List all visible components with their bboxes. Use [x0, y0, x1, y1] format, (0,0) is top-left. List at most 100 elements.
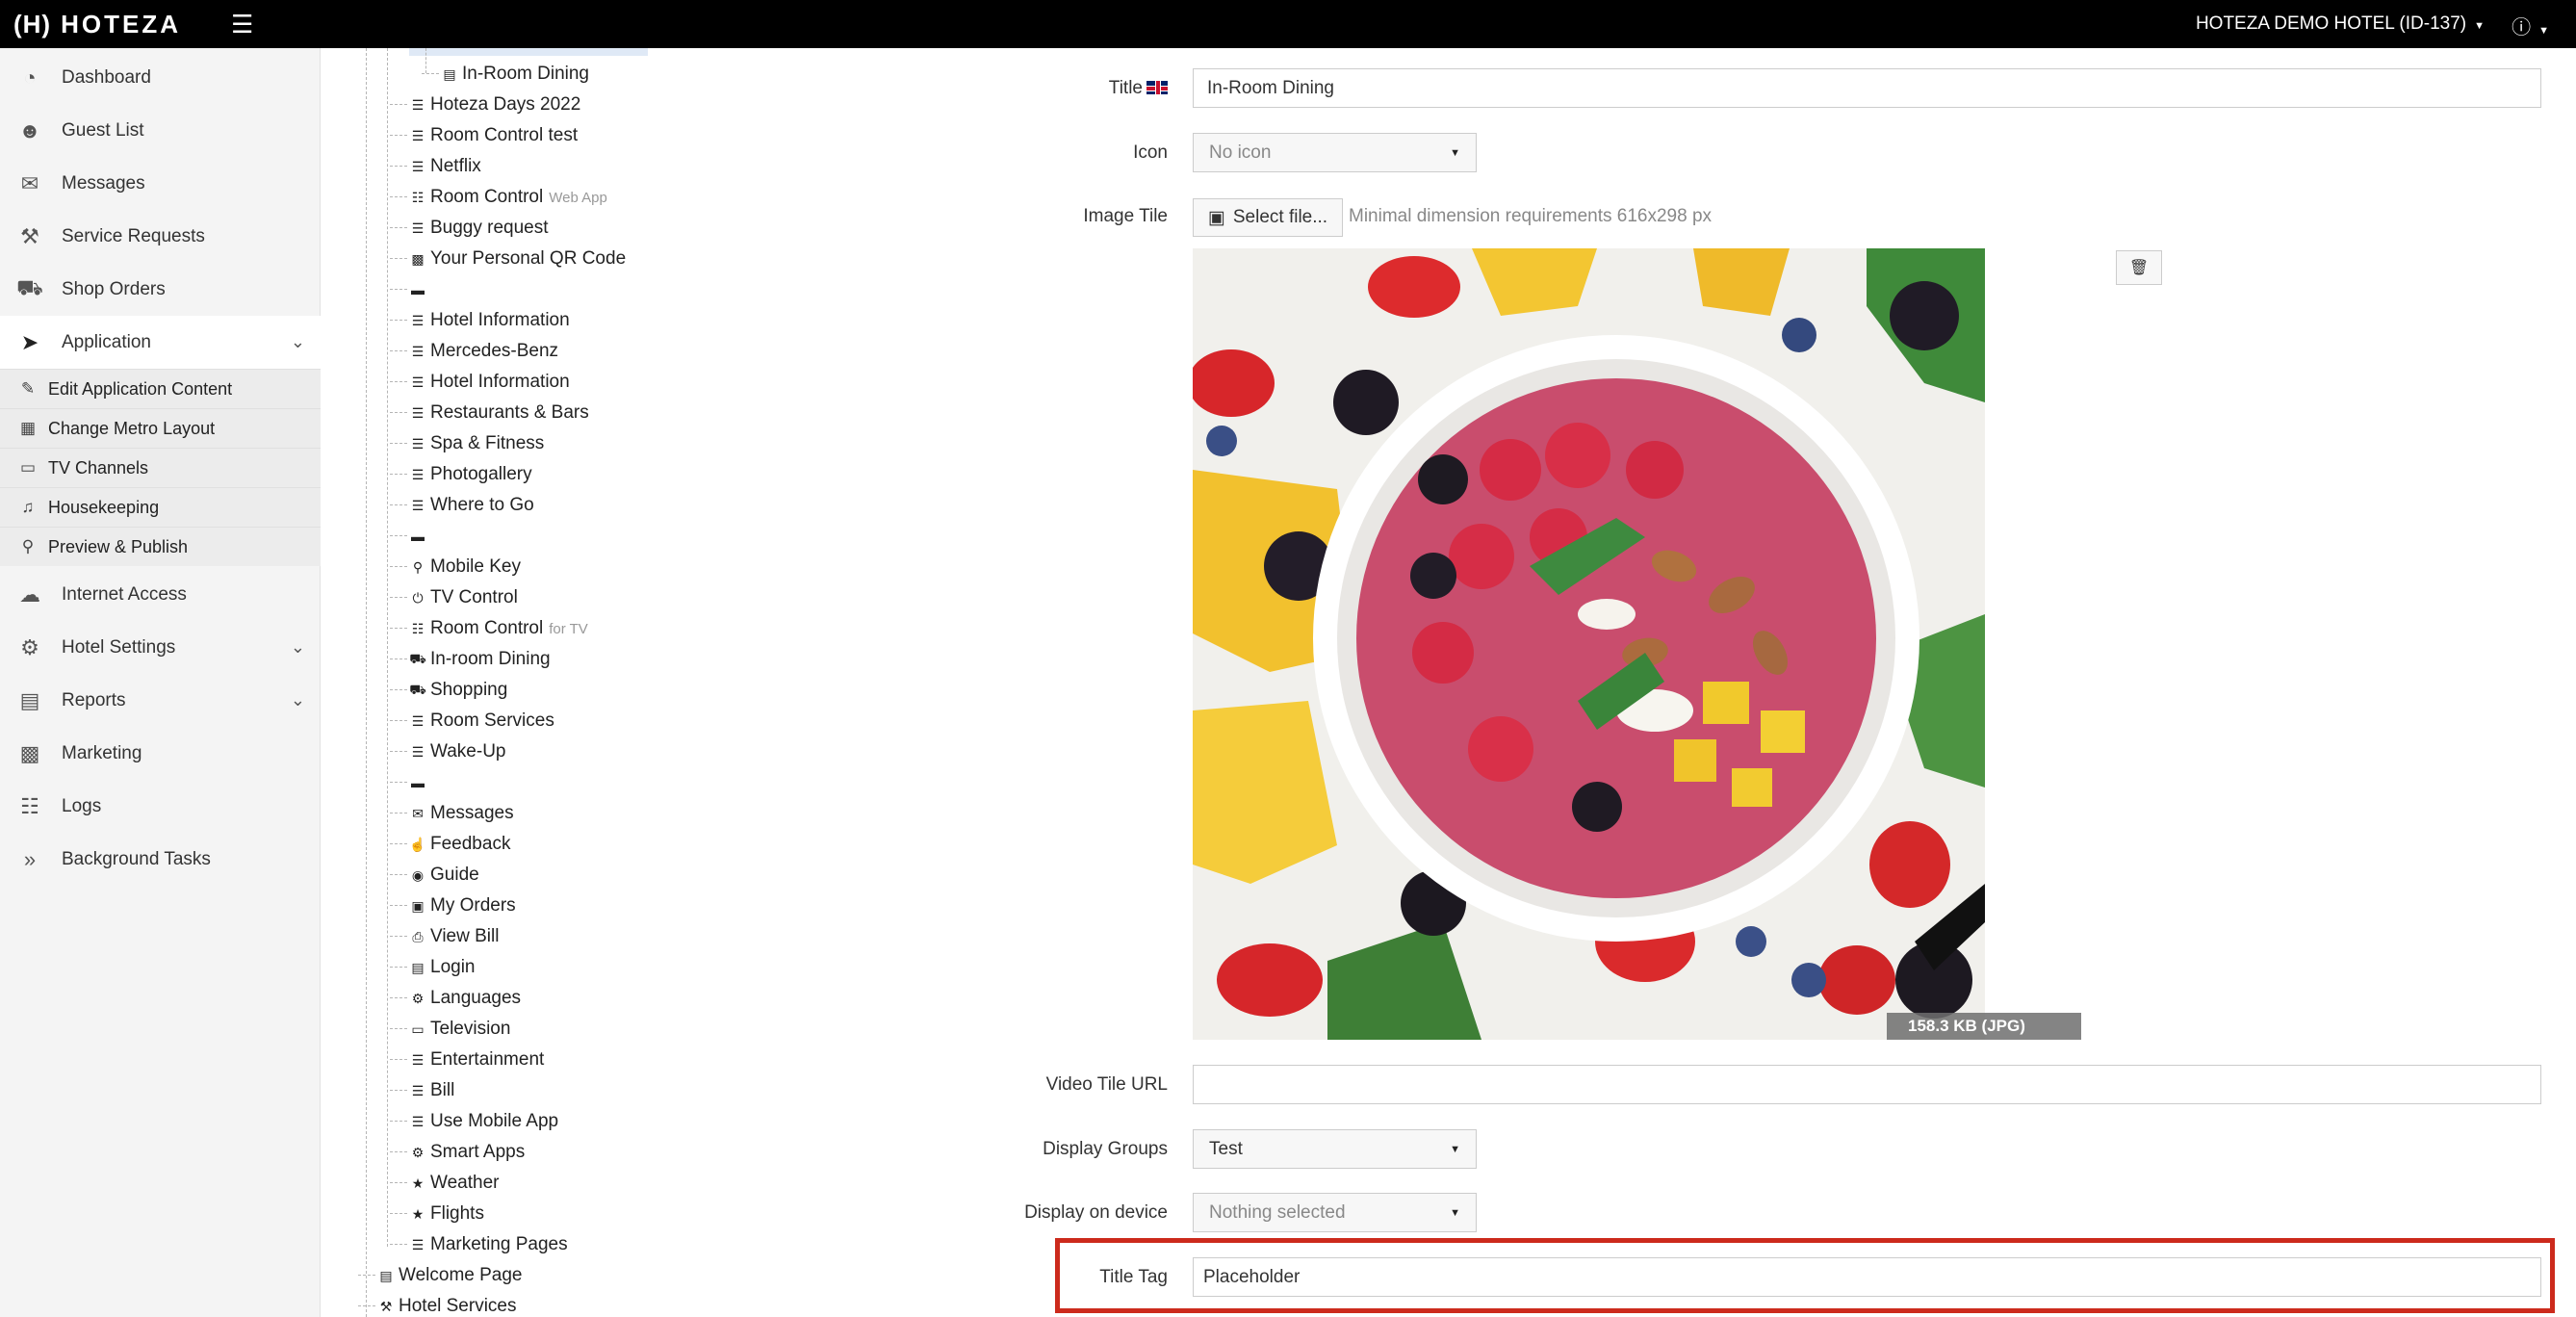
tree-node[interactable]: ⎙ View Bill — [390, 923, 499, 950]
tree-separator[interactable]: ▬ — [390, 769, 430, 796]
tree-node[interactable]: ▭ Television — [390, 1016, 510, 1043]
sun-icon: ★ — [411, 1175, 425, 1191]
tree-node[interactable]: ★ Flights — [390, 1201, 484, 1227]
hoteza-logo[interactable]: (H) HOTEZA — [13, 9, 181, 39]
tree-connector — [390, 104, 407, 105]
nav-dashboard[interactable]: ◔ Dashboard — [0, 51, 321, 104]
tree-node[interactable]: ☰ Photogallery — [390, 461, 532, 488]
subnav-preview-publish[interactable]: ⚲ Preview & Publish — [0, 527, 321, 566]
tree-node[interactable]: ▤ In-Room Dining — [422, 61, 589, 88]
list-icon: ☰ — [411, 158, 425, 174]
briefcase-icon: ▩ — [19, 740, 40, 765]
title-tag-input[interactable]: Placeholder — [1193, 1257, 2541, 1297]
nav-logs[interactable]: ☷ Logs — [0, 780, 321, 833]
nav-label: Messages — [62, 172, 145, 194]
tree-node[interactable]: ☰ Room Services — [390, 708, 554, 735]
tree-node[interactable]: ◉ Guide — [390, 862, 479, 889]
tree-connector — [390, 474, 407, 475]
nav-messages[interactable]: ✉ Messages — [0, 157, 321, 210]
tree-node[interactable]: ☰ Hotel Information — [390, 369, 570, 396]
nav-marketing[interactable]: ▩ Marketing — [0, 727, 321, 780]
tree-node[interactable]: ▤ Login — [390, 954, 476, 981]
nav-label: Reports — [62, 689, 126, 710]
display-groups-select[interactable]: Test ▼ — [1193, 1129, 1477, 1169]
tree-node[interactable]: ☰ Restaurants & Bars — [390, 400, 589, 426]
tree-node[interactable]: ☰ Mercedes-Benz — [390, 338, 558, 365]
nav-background-tasks[interactable]: » Background Tasks — [0, 833, 321, 886]
tree-connector — [390, 1090, 407, 1091]
tree-node[interactable]: ☷ Room Control Web App — [390, 184, 607, 211]
tree-node[interactable]: ☰ Spa & Fitness — [390, 430, 544, 457]
hotel-selector[interactable]: HOTEZA DEMO HOTEL (ID-137) ▼ — [2196, 13, 2485, 35]
hamburger-menu-icon[interactable]: ☰ — [231, 11, 253, 38]
nav-label: Service Requests — [62, 225, 205, 246]
nav-guest-list[interactable]: ☻ Guest List — [0, 104, 321, 157]
subnav-housekeeping[interactable]: ♫ Housekeeping — [0, 487, 321, 527]
tree-node[interactable]: ☰ Wake-Up — [390, 738, 505, 765]
tree-node[interactable]: ☰ Hoteza Days 2022 — [390, 91, 580, 118]
icon-select[interactable]: No icon ▼ — [1193, 133, 1477, 172]
list-icon: ☰ — [411, 96, 425, 113]
tree-node[interactable]: ✉ Messages — [390, 800, 514, 827]
nav-application[interactable]: ➤ Application ⌄ — [0, 316, 321, 369]
info-menu[interactable]: ⓘ ▼ — [2512, 12, 2549, 39]
list-icon: ☰ — [411, 220, 425, 236]
compass-icon: ◉ — [411, 866, 425, 883]
tree-node[interactable]: ▣ My Orders — [390, 892, 516, 919]
tree-node[interactable]: ☰ Room Control test — [390, 122, 578, 149]
video-tile-url-input[interactable] — [1193, 1065, 2541, 1104]
subnav-label: Change Metro Layout — [48, 418, 216, 438]
tree-connector — [390, 166, 407, 167]
tree-node[interactable]: ★ Weather — [390, 1170, 499, 1197]
nav-label: Logs — [62, 795, 102, 816]
tree-connector — [390, 289, 407, 290]
tree-node[interactable]: ⚲ Mobile Key — [390, 554, 521, 581]
tree-connector — [390, 320, 407, 321]
tree-node[interactable]: ☰ Use Mobile App — [390, 1108, 558, 1135]
tree-separator[interactable]: ▬ — [390, 523, 430, 550]
tree-connector — [390, 1059, 407, 1060]
select-file-button[interactable]: ▣ Select file... — [1193, 198, 1343, 237]
nav-shop-orders[interactable]: ⛟ Shop Orders — [0, 263, 321, 316]
tree-node[interactable]: ▤ Welcome Page — [358, 1262, 523, 1289]
nav-label: Application — [62, 331, 151, 352]
nav-reports[interactable]: ▤ Reports ⌄ — [0, 674, 321, 727]
display-on-device-select[interactable]: Nothing selected ▼ — [1193, 1193, 1477, 1232]
nav-label: Guest List — [62, 119, 144, 141]
nav-hotel-settings[interactable]: ⚙ Hotel Settings ⌄ — [0, 621, 321, 674]
dashboard-icon: ◔ — [23, 65, 37, 90]
nav-internet-access[interactable]: ☁ Internet Access — [0, 568, 321, 621]
nav-label: Shop Orders — [62, 278, 166, 299]
tree-node[interactable]: ☰ Where to Go — [390, 492, 534, 519]
monitor-icon: ▭ — [411, 1020, 425, 1037]
tree-node[interactable]: ⛟ In-room Dining — [390, 646, 551, 673]
subnav-label: Preview & Publish — [48, 536, 189, 556]
tree-node[interactable]: ☝ Feedback — [390, 831, 510, 858]
logo-mark: (H) — [13, 9, 52, 39]
tree-node-label: Shopping — [430, 680, 508, 700]
tree-node[interactable]: ⚙ Languages — [390, 985, 521, 1012]
list-icon: ☰ — [411, 466, 425, 482]
subnav-tv-channels[interactable]: ▭ TV Channels — [0, 448, 321, 487]
tree-connector — [390, 1151, 407, 1152]
tree-node[interactable]: ☰ Bill — [390, 1077, 454, 1104]
tree-node[interactable]: ▩ Your Personal QR Code — [390, 245, 626, 272]
subnav-edit-application-content[interactable]: ✎ Edit Application Content — [0, 369, 321, 408]
tree-separator[interactable]: ▬ — [390, 276, 430, 303]
tree-node[interactable]: ☰ Netflix — [390, 153, 481, 180]
title-input[interactable]: In-Room Dining — [1193, 68, 2541, 108]
tree-node[interactable]: ⏻ TV Control — [390, 584, 518, 611]
cart-icon: ⛟ — [409, 650, 426, 666]
list-icon: ☰ — [411, 1113, 425, 1129]
nav-service-requests[interactable]: ⚒ Service Requests — [0, 210, 321, 263]
tree-node[interactable]: ⚒ Hotel Services — [358, 1293, 517, 1317]
tree-node[interactable]: ☰ Marketing Pages — [390, 1231, 568, 1258]
tree-node[interactable]: ☰ Buggy request — [390, 215, 549, 242]
tree-node[interactable]: ☰ Hotel Information — [390, 307, 570, 334]
tree-node[interactable]: ☰ Entertainment — [390, 1046, 544, 1073]
tree-node[interactable]: ⛟ Shopping — [390, 677, 508, 704]
delete-image-button[interactable]: 🗑 — [2116, 250, 2162, 285]
tree-node[interactable]: ☷ Room Control for TV — [390, 615, 588, 642]
subnav-change-metro-layout[interactable]: ▦ Change Metro Layout — [0, 408, 321, 448]
tree-node[interactable]: ⚙ Smart Apps — [390, 1139, 525, 1166]
